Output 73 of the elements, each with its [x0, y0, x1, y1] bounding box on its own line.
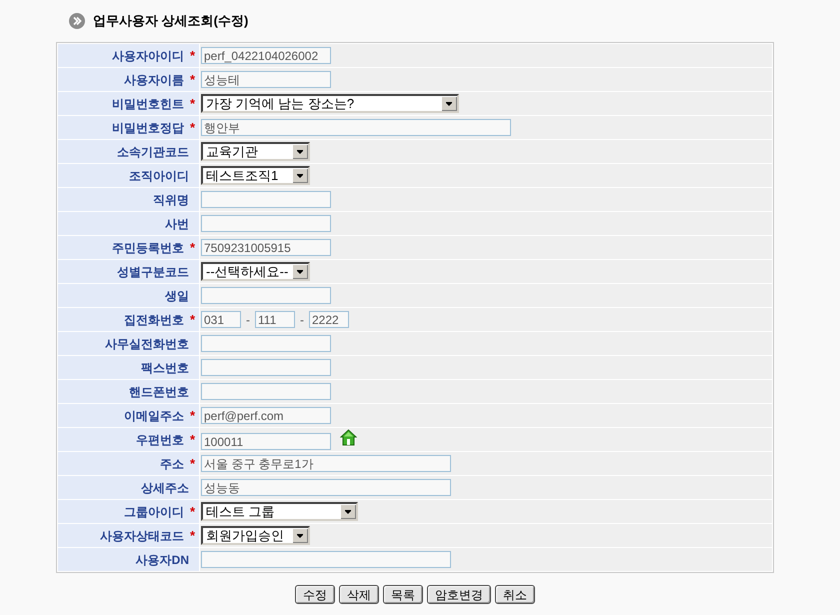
field-label: 팩스번호 — [141, 362, 189, 374]
dropdown[interactable]: 회원가입승인 — [201, 526, 310, 545]
chevron-circle-icon — [69, 13, 85, 29]
text-field[interactable] — [201, 551, 451, 568]
required-mark: * — [190, 505, 195, 518]
caret-icon — [292, 264, 308, 279]
page-title: 업무사용자 상세조회(수정) — [93, 12, 248, 30]
caret-icon — [292, 528, 308, 543]
dropdown[interactable]: 테스트 그룹 — [201, 502, 358, 521]
field-label: 비밀번호정답 — [112, 122, 184, 134]
text-field[interactable]: 성능동 — [201, 479, 451, 496]
dash-separator: - — [246, 314, 250, 326]
caret-icon — [292, 144, 308, 159]
field-label: 사무실전화번호 — [105, 338, 189, 350]
required-mark: * — [190, 49, 195, 62]
required-mark: * — [190, 241, 195, 254]
text-field[interactable]: 서울 중구 충무로1가 — [201, 455, 451, 472]
field-label: 사용자이름 — [124, 74, 184, 86]
text-field[interactable]: 031 — [201, 311, 241, 328]
caret-icon — [292, 168, 308, 183]
field-label: 조직아이디 — [129, 170, 189, 182]
caret-icon — [441, 96, 457, 111]
field-label: 생일 — [165, 290, 189, 302]
text-field[interactable] — [201, 215, 331, 232]
required-mark: * — [190, 97, 195, 110]
field-label: 비밀번호힌트 — [112, 98, 184, 110]
edit-button[interactable]: 수정 — [295, 585, 335, 604]
dropdown[interactable]: 가장 기억에 남는 장소는? — [201, 94, 459, 113]
dropdown[interactable]: 교육기관 — [201, 142, 310, 161]
change-password-button[interactable]: 암호변경 — [427, 585, 491, 604]
text-field[interactable] — [201, 287, 331, 304]
required-mark: * — [190, 409, 195, 422]
field-label: 성별구분코드 — [117, 266, 189, 278]
required-mark: * — [190, 313, 195, 326]
list-button[interactable]: 목록 — [383, 585, 423, 604]
text-field[interactable] — [201, 191, 331, 208]
text-field[interactable]: 행안부 — [201, 119, 511, 136]
text-field[interactable]: perf_0422104026002 — [201, 47, 331, 64]
dash-separator: - — [300, 314, 304, 326]
field-label: 주민등록번호 — [112, 242, 184, 254]
field-label: 우편번호 — [136, 434, 184, 446]
text-field[interactable]: 7509231005915 — [201, 239, 331, 256]
dropdown[interactable]: 테스트조직1 — [201, 166, 310, 185]
text-field[interactable]: perf@perf.com — [201, 407, 331, 424]
caret-icon — [340, 504, 356, 519]
required-mark: * — [190, 73, 195, 86]
required-mark: * — [190, 433, 195, 446]
text-field[interactable]: 111 — [255, 311, 295, 328]
cancel-button[interactable]: 취소 — [495, 585, 535, 604]
field-label: 주소 — [160, 458, 184, 470]
text-field[interactable] — [201, 383, 331, 400]
field-label: 사용자DN — [136, 554, 189, 566]
field-label: 직위명 — [153, 194, 189, 206]
field-label: 상세주소 — [141, 482, 189, 494]
field-label: 사용자아이디 — [112, 50, 184, 62]
text-field[interactable] — [201, 335, 331, 352]
text-field[interactable] — [201, 359, 331, 376]
delete-button[interactable]: 삭제 — [339, 585, 379, 604]
field-label: 사용자상태코드 — [100, 530, 184, 542]
text-field[interactable]: 100011 — [201, 433, 331, 450]
field-label: 소속기관코드 — [117, 146, 189, 158]
required-mark: * — [190, 457, 195, 470]
required-mark: * — [190, 121, 195, 134]
field-label: 그룹아이디 — [124, 506, 184, 518]
required-mark: * — [190, 529, 195, 542]
field-label: 사번 — [165, 218, 189, 230]
text-field[interactable]: 2222 — [309, 311, 349, 328]
house-icon[interactable] — [340, 429, 357, 446]
field-label: 집전화번호 — [124, 314, 184, 326]
text-field[interactable]: 성능테 — [201, 71, 331, 88]
dropdown[interactable]: --선택하세요-- — [201, 262, 310, 281]
field-label: 이메일주소 — [124, 410, 184, 422]
field-label: 핸드폰번호 — [129, 386, 189, 398]
